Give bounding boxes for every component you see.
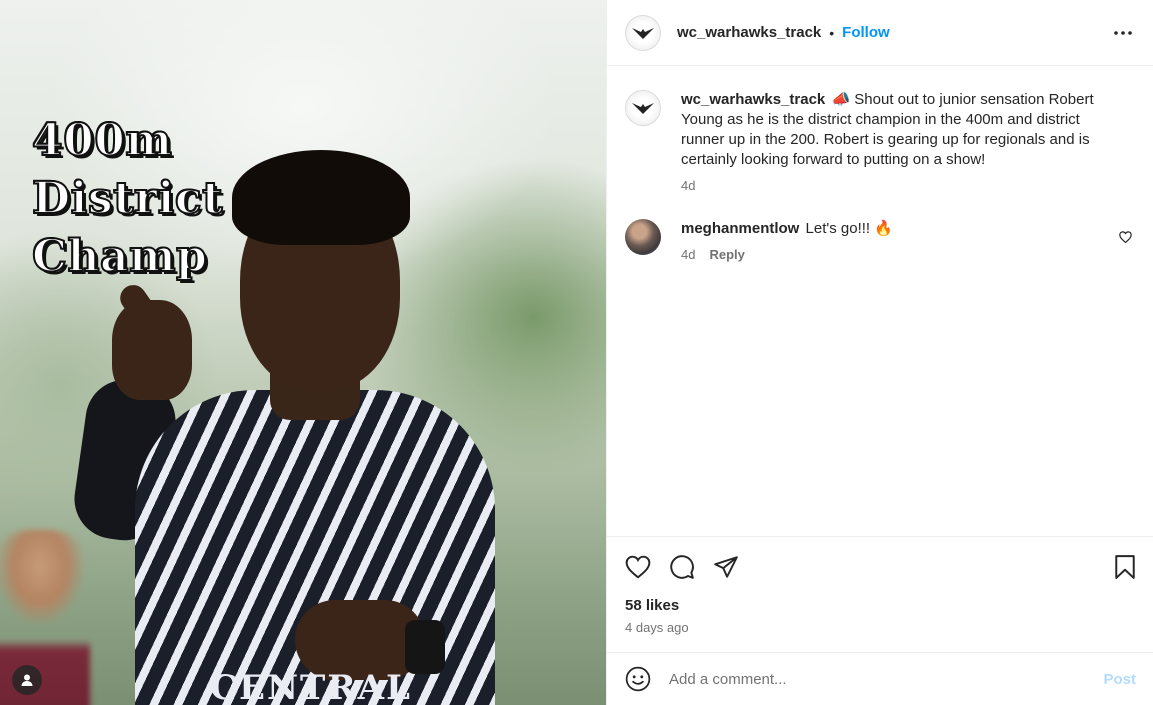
- jersey-text: CENTRAL: [210, 668, 412, 705]
- post-date[interactable]: 4 days ago: [625, 620, 1136, 635]
- post-details-panel: wc_warhawks_track • Follow wc_warhawks_t…: [606, 0, 1153, 705]
- likes-count[interactable]: 58 likes: [625, 597, 1136, 614]
- post-image[interactable]: CENTRAL 400m District Champ: [0, 0, 606, 705]
- user-icon: [20, 673, 34, 687]
- caption-time[interactable]: 4d: [681, 178, 695, 193]
- comments-section: wc_warhawks_track 📣 Shout out to junior …: [607, 66, 1153, 536]
- comment-meta: 4d Reply: [681, 247, 1121, 262]
- separator-dot: •: [829, 24, 835, 41]
- caption-body: wc_warhawks_track 📣 Shout out to junior …: [681, 90, 1121, 193]
- post-header: wc_warhawks_track • Follow: [607, 0, 1153, 66]
- emoji-icon[interactable]: [625, 666, 651, 692]
- watch: [405, 620, 445, 674]
- caption-text-block: wc_warhawks_track 📣 Shout out to junior …: [681, 90, 1121, 170]
- tagged-users-button[interactable]: [12, 665, 42, 695]
- comment-time[interactable]: 4d: [681, 247, 695, 262]
- overlay-line-1: 400m: [31, 114, 173, 167]
- overlay-title: 400m District Champ: [31, 112, 223, 286]
- more-horizontal-icon: [1114, 30, 1132, 35]
- overlay-line-3: Champ: [31, 230, 208, 283]
- like-comment-button[interactable]: [1119, 231, 1132, 243]
- comment-body: meghanmentlow Let's go!!! 🔥 4d Reply: [681, 219, 1121, 262]
- reply-button[interactable]: Reply: [709, 247, 744, 262]
- avatar[interactable]: [625, 90, 661, 126]
- comment-text-block: meghanmentlow Let's go!!! 🔥: [681, 219, 1121, 239]
- comment-input[interactable]: [669, 670, 1104, 688]
- caption: wc_warhawks_track 📣 Shout out to junior …: [625, 90, 1136, 193]
- warhawk-logo-icon: [631, 100, 655, 116]
- follow-button[interactable]: Follow: [842, 24, 890, 41]
- add-comment-bar: Post: [607, 652, 1153, 705]
- post-button[interactable]: Post: [1103, 671, 1136, 688]
- heart-outline-icon: [1119, 231, 1132, 243]
- athlete-hair: [232, 150, 410, 245]
- comment-username[interactable]: meghanmentlow: [681, 220, 799, 237]
- athlete-hand: [112, 300, 192, 400]
- warhawk-logo-icon: [631, 25, 655, 41]
- action-bar: [625, 551, 1136, 583]
- caption-username[interactable]: wc_warhawks_track: [681, 91, 825, 108]
- more-options-button[interactable]: [1111, 21, 1135, 45]
- overlay-line-2: District: [31, 172, 223, 225]
- heart-icon[interactable]: [625, 555, 651, 579]
- share-icon[interactable]: [713, 555, 739, 579]
- actions-section: 58 likes 4 days ago: [607, 536, 1153, 652]
- megaphone-emoji: 📣: [831, 91, 851, 108]
- avatar[interactable]: [625, 219, 661, 255]
- comment-icon[interactable]: [669, 554, 695, 580]
- bookmark-icon[interactable]: [1114, 555, 1136, 579]
- avatar[interactable]: [625, 14, 661, 51]
- header-username[interactable]: wc_warhawks_track: [677, 24, 821, 41]
- comment-item: meghanmentlow Let's go!!! 🔥 4d Reply: [625, 219, 1136, 262]
- caption-meta: 4d: [681, 178, 1121, 193]
- comment-text: Let's go!!! 🔥: [805, 220, 893, 237]
